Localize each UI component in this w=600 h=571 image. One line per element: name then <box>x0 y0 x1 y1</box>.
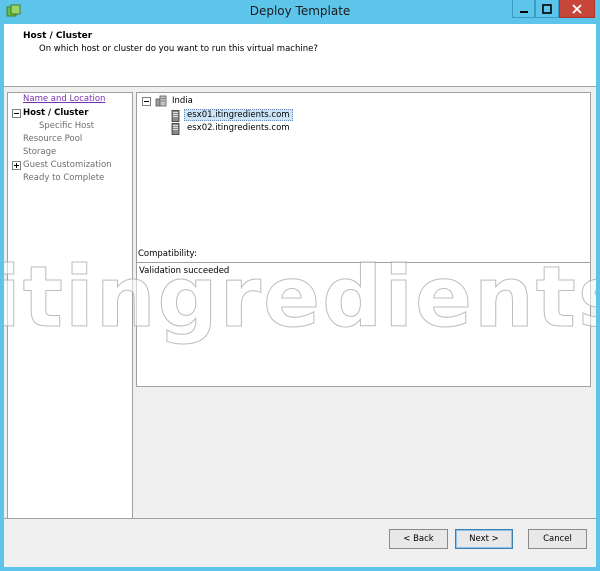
wizard-steps-panel: Name and Location Host / Cluster Specifi… <box>7 92 133 519</box>
page-subtitle: On which host or cluster do you want to … <box>39 44 318 54</box>
nav-step-resource-pool[interactable]: Resource Pool <box>23 134 82 144</box>
host-cluster-tree[interactable]: India esx01.itingredients.com esx02.itin… <box>136 92 591 264</box>
compatibility-message: Validation succeeded <box>139 266 230 276</box>
next-button[interactable]: Next > <box>455 529 513 549</box>
nav-step-name-and-location[interactable]: Name and Location <box>23 94 105 104</box>
nav-step-guest-customization[interactable]: Guest Customization <box>23 160 112 170</box>
window-title: Deploy Template <box>249 4 351 18</box>
compatibility-label: Compatibility: <box>138 249 197 259</box>
cancel-button[interactable]: Cancel <box>528 529 587 549</box>
close-button[interactable] <box>559 0 595 18</box>
tree-node-datacenter[interactable]: India <box>172 96 193 106</box>
back-button[interactable]: < Back <box>389 529 448 549</box>
expand-icon[interactable] <box>12 161 21 170</box>
dialog-client-area: Host / Cluster On which host or cluster … <box>4 24 596 567</box>
deploy-template-window: Deploy Template Host / Cluster On which … <box>0 0 600 571</box>
maximize-icon <box>542 3 552 14</box>
minimize-icon <box>519 10 528 13</box>
compatibility-panel: Validation succeeded <box>136 262 591 387</box>
host-server-icon <box>171 110 180 122</box>
title-bar[interactable]: Deploy Template <box>0 0 600 24</box>
collapse-icon[interactable] <box>12 109 21 118</box>
wizard-header: Host / Cluster On which host or cluster … <box>4 24 596 87</box>
collapse-icon[interactable] <box>142 97 151 106</box>
footer-divider <box>4 518 596 519</box>
nav-step-specific-host[interactable]: Specific Host <box>39 121 94 131</box>
host-server-icon <box>171 123 180 135</box>
tree-node-host-esx02[interactable]: esx02.itingredients.com <box>187 123 290 133</box>
maximize-button[interactable] <box>535 0 559 18</box>
tree-node-host-esx01[interactable]: esx01.itingredients.com <box>184 109 293 121</box>
nav-step-host-cluster[interactable]: Host / Cluster <box>23 108 88 118</box>
nav-step-ready-to-complete[interactable]: Ready to Complete <box>23 173 104 183</box>
close-icon <box>572 3 582 14</box>
page-title: Host / Cluster <box>23 31 93 41</box>
nav-step-storage[interactable]: Storage <box>23 147 56 157</box>
minimize-button[interactable] <box>512 0 535 18</box>
datacenter-icon <box>155 95 167 107</box>
